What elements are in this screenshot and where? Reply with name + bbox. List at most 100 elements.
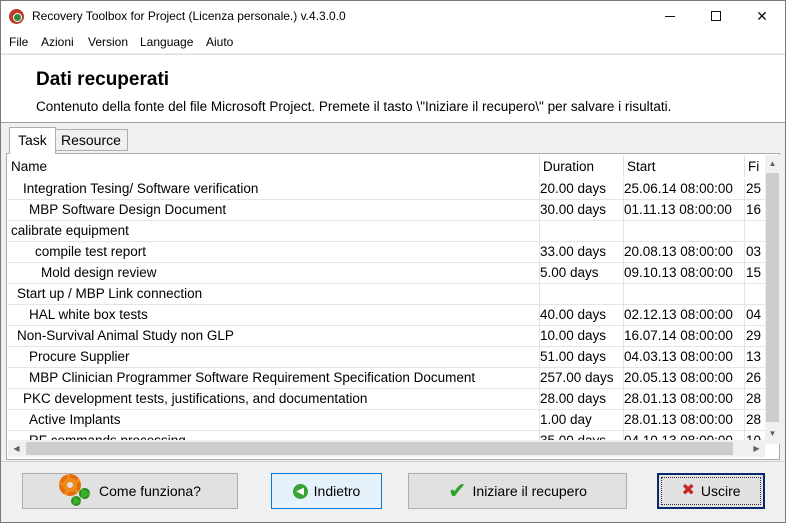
cell-start: 04.03.13 08:00:00 (624, 349, 733, 364)
column-gridline (539, 368, 540, 389)
how-it-works-button[interactable]: Come funziona? (22, 473, 238, 509)
column-gridline (623, 368, 624, 389)
table-row[interactable]: calibrate equipment (8, 221, 765, 242)
menu-version[interactable]: Version (88, 35, 128, 49)
cell-name: Non-Survival Animal Study non GLP (17, 328, 234, 343)
cell-finish: 29 (746, 328, 762, 343)
cell-duration: 20.00 days (540, 181, 607, 196)
menu-file[interactable]: File (9, 35, 28, 49)
task-grid: Name Duration Start Fi Integration Tesin… (8, 155, 765, 440)
cell-finish: 13 (746, 349, 762, 364)
cell-start: 20.05.13 08:00:00 (624, 370, 733, 385)
column-gridline (623, 284, 624, 305)
cell-name: PKC development tests, justifications, a… (23, 391, 368, 406)
table-row[interactable]: PKC development tests, justifications, a… (8, 389, 765, 410)
tab-resource[interactable]: Resource (54, 129, 128, 151)
cell-duration: 5.00 days (540, 265, 599, 280)
cell-name: Mold design review (41, 265, 157, 280)
column-gridline (539, 179, 540, 200)
table-row[interactable]: Integration Tesing/ Software verificatio… (8, 179, 765, 200)
cell-start: 28.01.13 08:00:00 (624, 412, 733, 427)
cell-duration: 40.00 days (540, 307, 607, 322)
cell-start: 20.08.13 08:00:00 (624, 244, 733, 259)
cell-start: 01.11.13 08:00:00 (624, 202, 732, 217)
page-subtitle: Contenuto della fonte del file Microsoft… (36, 99, 672, 114)
vertical-scrollbar[interactable]: ▲ ▼ (765, 155, 780, 444)
gears-icon (59, 474, 93, 508)
menu-language[interactable]: Language (140, 35, 193, 49)
column-gridline (623, 179, 624, 200)
column-gridline (744, 368, 745, 389)
column-header-finish[interactable]: Fi (748, 159, 759, 174)
table-row[interactable]: MBP Clinician Programmer Software Requir… (8, 368, 765, 389)
column-gridline (539, 347, 540, 368)
column-gridline (623, 242, 624, 263)
back-label: Indietro (313, 483, 361, 499)
how-it-works-label: Come funziona? (99, 483, 201, 499)
menu-aiuto[interactable]: Aiuto (206, 35, 233, 49)
table-row[interactable]: compile test report 33.00 days 20.08.13 08… (8, 242, 765, 263)
app-icon (9, 9, 24, 24)
column-gridline (539, 242, 540, 263)
maximize-button[interactable] (693, 1, 739, 31)
menu-azioni[interactable]: Azioni (41, 35, 74, 49)
column-gridline (539, 221, 540, 242)
column-gridline (623, 326, 624, 347)
exit-button[interactable]: ✖ Uscire (657, 473, 765, 509)
start-recovery-button[interactable]: ✔ Iniziare il recupero (408, 473, 627, 509)
exit-label: Uscire (700, 483, 741, 499)
cell-name: Start up / MBP Link connection (17, 286, 203, 301)
column-header-start[interactable]: Start (627, 159, 656, 174)
scroll-left-icon[interactable]: ◀ (8, 440, 25, 457)
column-gridline (539, 263, 540, 284)
cell-name: Procure Supplier (29, 349, 130, 364)
column-gridline (744, 242, 745, 263)
cell-name: Integration Tesing/ Software verificatio… (23, 181, 259, 196)
cell-finish: 03 (746, 244, 762, 259)
back-arrow-icon: ◀ (292, 483, 308, 499)
cell-name: MBP Software Design Document (29, 202, 227, 217)
column-gridline (539, 305, 540, 326)
horizontal-scrollbar[interactable]: ◀ ▶ (8, 440, 765, 457)
table-row[interactable]: RF commands processing35.00 days04.10.13… (8, 431, 765, 440)
column-gridline (623, 263, 624, 284)
back-button[interactable]: ◀ Indietro (271, 473, 382, 509)
column-gridline (623, 410, 624, 431)
column-gridline (744, 284, 745, 305)
column-divider[interactable] (539, 155, 540, 177)
table-row[interactable]: Procure Supplier 51.00 days 04.03.13 08:00… (8, 347, 765, 368)
cell-start: 28.01.13 08:00:00 (624, 391, 733, 406)
tab-task[interactable]: Task (9, 127, 56, 154)
scroll-down-icon[interactable]: ▼ (765, 425, 780, 442)
column-gridline (744, 410, 745, 431)
cell-name: RF commands processing (8, 433, 538, 440)
column-header-duration[interactable]: Duration (543, 159, 594, 174)
cell-start: 04.10.13 08:00:00 (624, 433, 743, 440)
cell-start: 02.12.13 08:00:00 (624, 307, 733, 322)
scroll-right-icon[interactable]: ▶ (748, 440, 765, 457)
table-row[interactable]: Mold design review 5.00 days 09.10.13 08:0… (8, 263, 765, 284)
start-recovery-label: Iniziare il recupero (472, 483, 587, 499)
column-header-name[interactable]: Name (11, 159, 47, 174)
column-gridline (744, 389, 745, 410)
checkmark-icon: ✔ (448, 478, 467, 503)
cell-name: calibrate equipment (11, 223, 129, 238)
title-bar: Recovery Toolbox for Project (Licenza pe… (1, 1, 785, 31)
minimize-button[interactable] (647, 1, 693, 31)
vertical-scroll-thumb[interactable] (766, 173, 779, 422)
column-divider[interactable] (744, 155, 745, 177)
table-row[interactable]: MBP Software Design Document 30.00 days 01… (8, 200, 765, 221)
cell-duration: 1.00 day (540, 412, 592, 427)
close-button[interactable]: ✕ (739, 1, 785, 31)
scroll-up-icon[interactable]: ▲ (765, 155, 780, 172)
table-row[interactable]: Non-Survival Animal Study non GLP 10.00 d… (8, 326, 765, 347)
tab-content: Name Duration Start Fi Integration Tesin… (6, 153, 780, 460)
column-gridline (623, 221, 624, 242)
column-divider[interactable] (623, 155, 624, 177)
table-row[interactable]: Start up / MBP Link connection (8, 284, 765, 305)
menu-bar: File Azioni Version Language Aiuto (1, 31, 785, 53)
horizontal-scroll-thumb[interactable] (26, 442, 733, 455)
table-row[interactable]: HAL white box tests 40.00 days 02.12.13 08… (8, 305, 765, 326)
table-row[interactable]: Active Implants 1.00 day 28.01.13 08:00:00… (8, 410, 765, 431)
grid-body: Integration Tesing/ Software verificatio… (8, 179, 765, 440)
